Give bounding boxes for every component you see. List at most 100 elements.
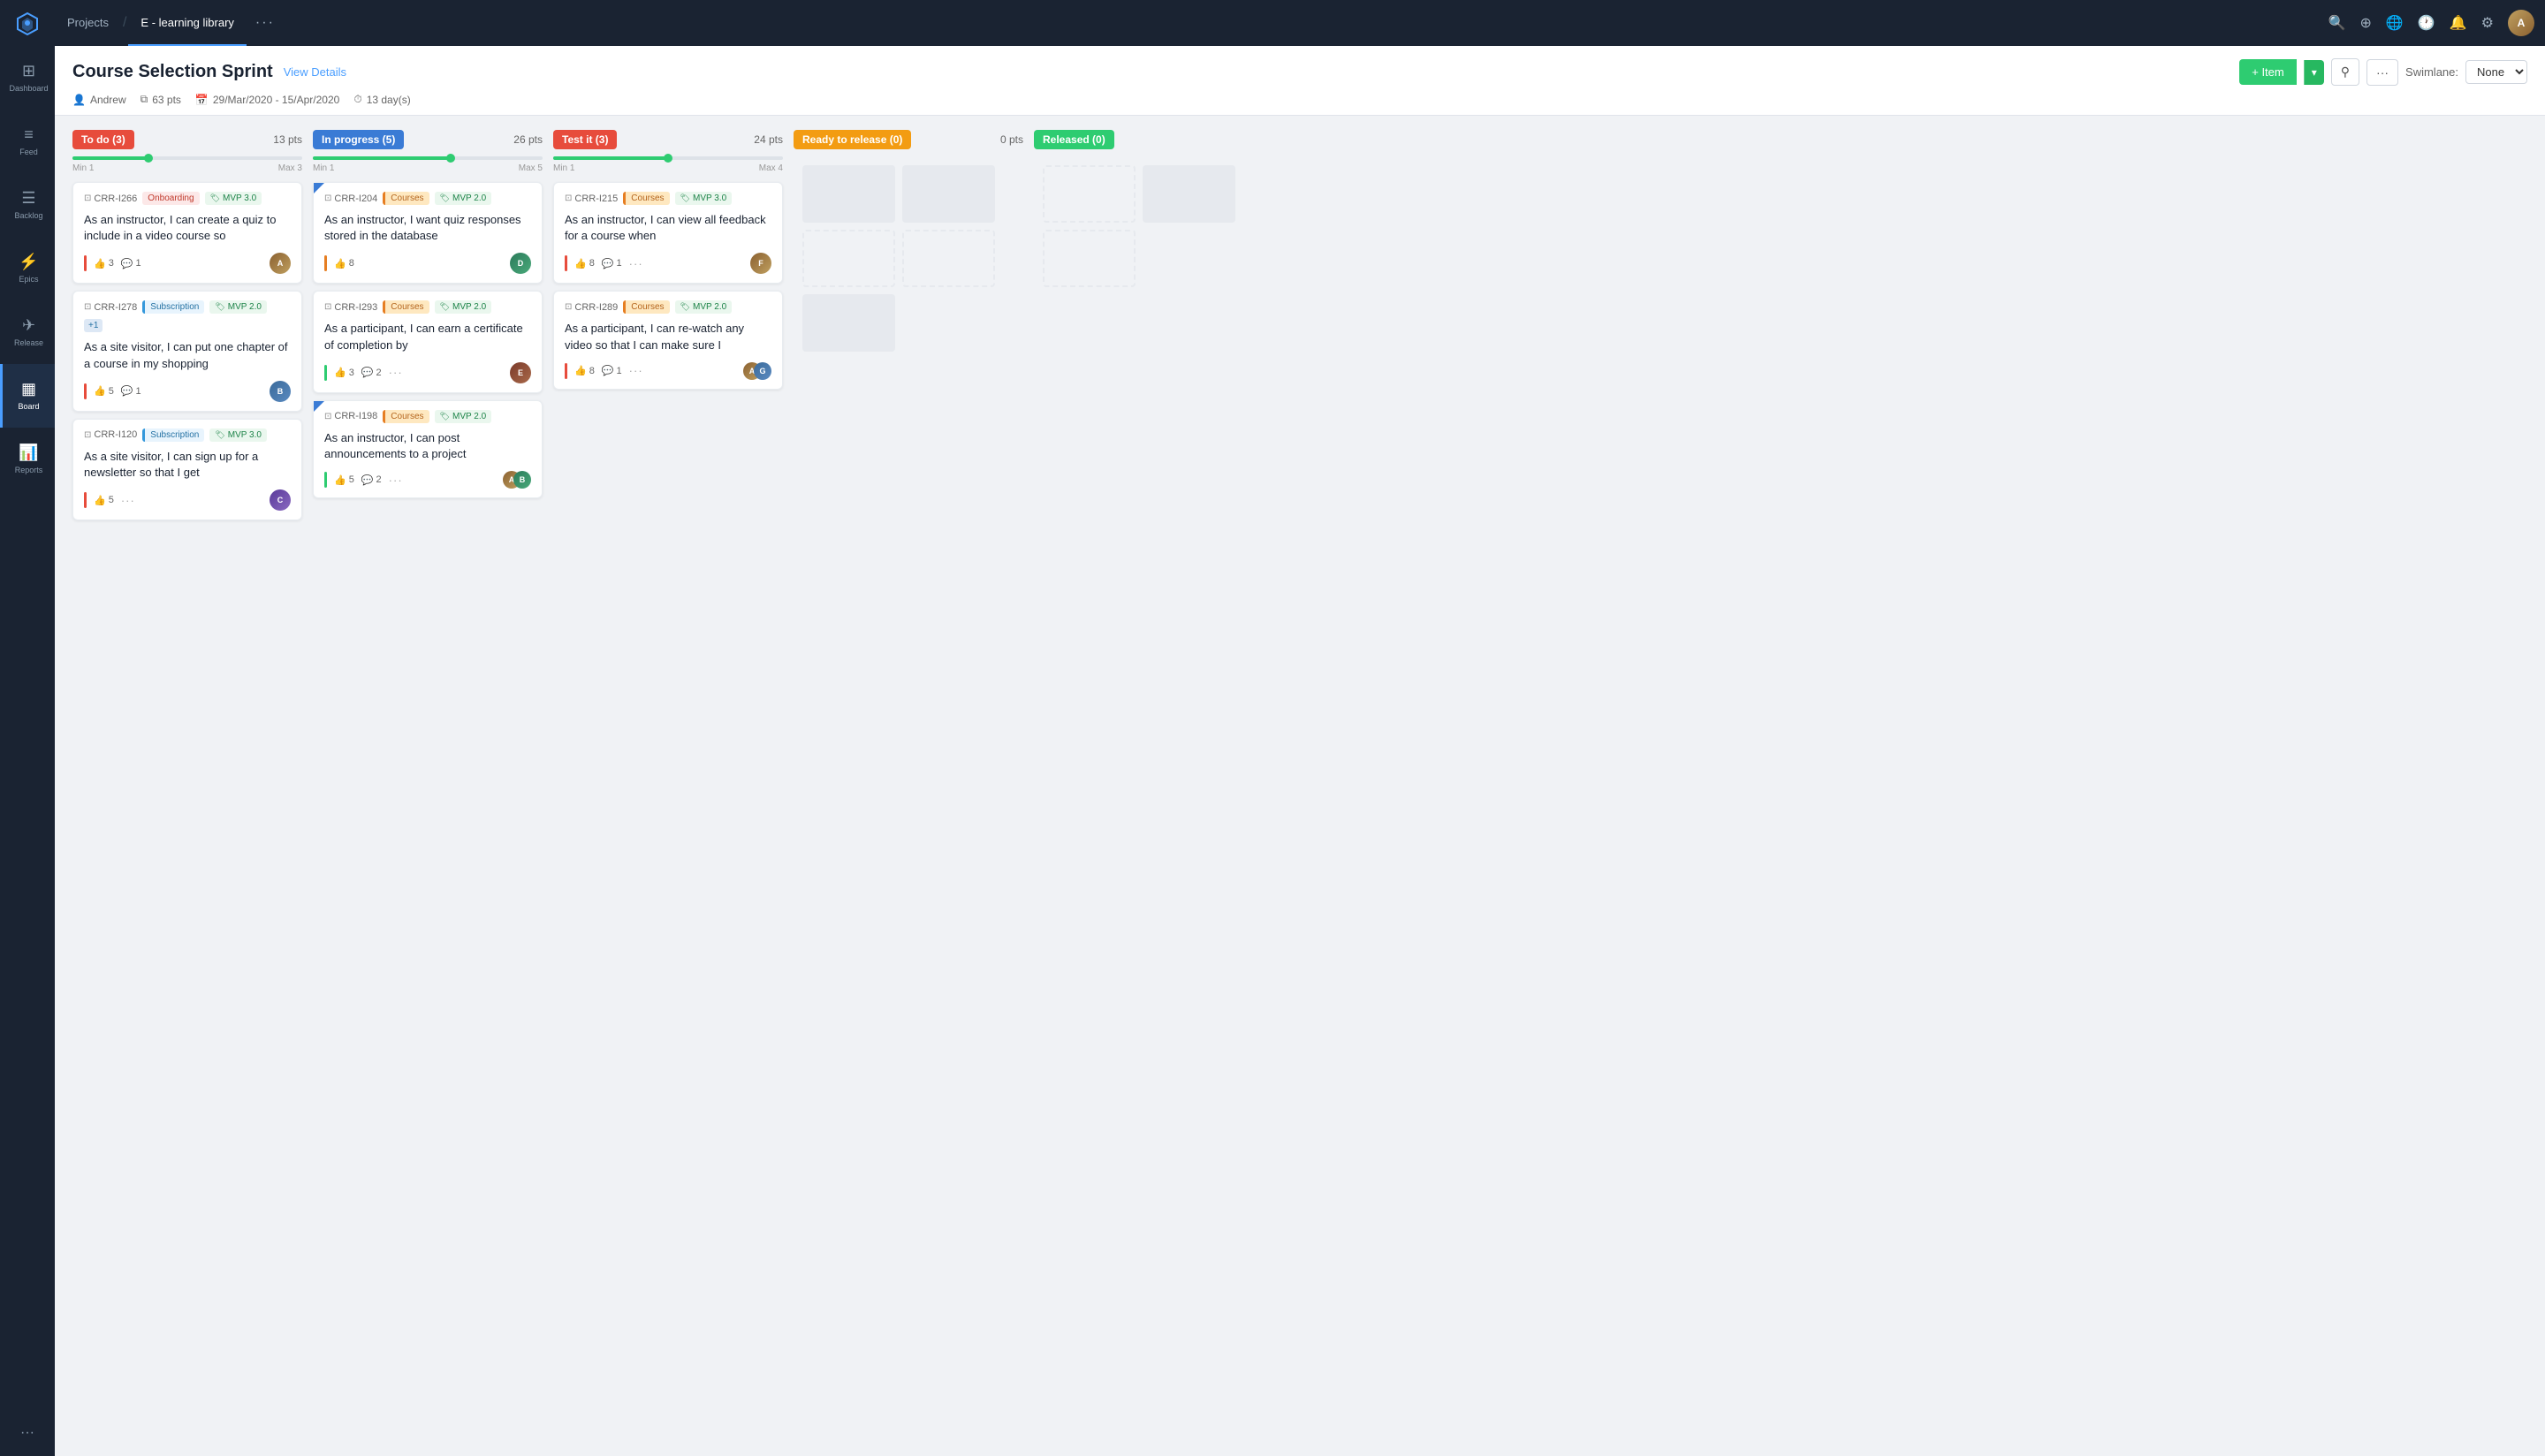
card-crr-i278[interactable]: ⊡ CRR-I278 Subscription 🏷MVP 2.0 +1 As a… <box>72 291 302 411</box>
card-more-dots[interactable]: ··· <box>629 257 643 270</box>
col-slider-todo[interactable]: Min 1 Max 3 <box>72 156 302 173</box>
user-avatar[interactable]: A <box>2508 10 2534 36</box>
topnav-elearning[interactable]: E - learning library <box>128 0 247 46</box>
app-logo[interactable] <box>0 0 55 46</box>
card-crr-i204[interactable]: ⊡ CRR-I204 Courses 🏷MVP 2.0 As an instru… <box>313 182 543 284</box>
epics-icon: ⚡ <box>19 253 38 271</box>
col-pts-readytorelease: 0 pts <box>1000 133 1023 146</box>
tag-mvp-crr-i204: 🏷MVP 2.0 <box>435 192 492 205</box>
comment-icon: 💬 <box>361 367 374 378</box>
priority-indicator <box>565 363 567 379</box>
sidebar-item-epics[interactable]: ⚡ Epics <box>0 237 55 300</box>
like-icon: 👍 <box>334 367 346 378</box>
card-id-crr-i289: ⊡ CRR-I289 <box>565 302 618 313</box>
dates-value: 29/Mar/2020 - 15/Apr/2020 <box>213 94 339 106</box>
col-pts-testit: 24 pts <box>754 133 783 146</box>
more-options-button[interactable]: ··· <box>2366 59 2398 86</box>
card-crr-i215[interactable]: ⊡ CRR-I215 Courses 🏷MVP 3.0 As an instru… <box>553 182 783 284</box>
card-more-dots[interactable]: ··· <box>121 494 135 507</box>
sidebar-item-release[interactable]: ✈ Release <box>0 300 55 364</box>
likes-stat: 👍8 <box>574 258 595 269</box>
mvp-icon: 🏷 <box>215 430 224 440</box>
card-avatar-crr-i266: A <box>270 253 291 274</box>
card-text-crr-i289: As a participant, I can re-watch any vid… <box>565 321 771 353</box>
card-top-crr-i278: ⊡ CRR-I278 Subscription 🏷MVP 2.0 +1 <box>84 300 291 332</box>
likes-stat: 👍5 <box>334 474 354 486</box>
tag-mvp-crr-i289: 🏷MVP 2.0 <box>675 300 733 314</box>
add-item-dropdown-button[interactable]: ▾ <box>2304 60 2324 85</box>
add-item-button[interactable]: + Item <box>2239 59 2297 85</box>
slider-min-testit: Min 1 <box>553 163 574 173</box>
topnav-projects[interactable]: Projects <box>55 0 121 46</box>
page-title: Course Selection Sprint <box>72 62 273 82</box>
slider-labels-inprogress: Min 1 Max 5 <box>313 163 543 173</box>
slider-labels-testit: Min 1 Max 4 <box>553 163 783 173</box>
card-crr-i120[interactable]: ⊡ CRR-I120 Subscription 🏷MVP 3.0 As a si… <box>72 419 302 520</box>
add-icon[interactable]: ⊕ <box>2359 14 2371 32</box>
like-icon: 👍 <box>94 495 106 506</box>
card-avatar-crr-i204: D <box>510 253 531 274</box>
mvp-icon: 🏷 <box>440 412 450 421</box>
like-icon: 👍 <box>94 258 106 269</box>
tag-subscription-crr-i120: Subscription <box>142 428 204 442</box>
view-details-link[interactable]: View Details <box>284 65 346 79</box>
sidebar-more-button[interactable]: ··· <box>0 1410 55 1456</box>
meta-dates: 📅 29/Mar/2020 - 15/Apr/2020 <box>195 94 339 106</box>
sidebar-label-epics: Epics <box>19 275 38 284</box>
bell-icon[interactable]: 🔔 <box>2450 14 2467 32</box>
card-crr-i198[interactable]: ⊡ CRR-I198 Courses 🏷MVP 2.0 As an instru… <box>313 400 543 498</box>
card-more-dots[interactable]: ··· <box>389 366 403 379</box>
sidebar-item-board[interactable]: ▦ Board <box>0 364 55 428</box>
tools-icon[interactable]: ⚙ <box>2481 14 2494 32</box>
swimlane-select[interactable]: None <box>2465 60 2527 84</box>
topnav-more-button[interactable]: ··· <box>247 15 284 31</box>
board-columns: To do (3) 13 pts Min 1 Max 3 <box>72 130 2527 1442</box>
card-footer-crr-i215: 👍8 💬1 ··· F <box>565 253 771 274</box>
comment-icon: 💬 <box>121 258 133 269</box>
card-id-crr-i204: ⊡ CRR-I204 <box>324 193 377 204</box>
tag-courses-crr-i293: Courses <box>383 300 429 314</box>
placeholder-card-dashed <box>802 230 895 287</box>
tag-subscription-crr-i278: Subscription <box>142 300 204 314</box>
col-slider-inprogress[interactable]: Min 1 Max 5 <box>313 156 543 173</box>
column-header-testit: Test it (3) 24 pts <box>553 130 783 149</box>
card-crr-i293[interactable]: ⊡ CRR-I293 Courses 🏷MVP 2.0 As a partici… <box>313 291 543 392</box>
author-icon: 👤 <box>72 94 86 106</box>
tag-mvp-crr-i198: 🏷MVP 2.0 <box>435 410 492 423</box>
globe-icon[interactable]: 🌐 <box>2386 14 2404 32</box>
priority-indicator <box>324 365 327 381</box>
card-crr-i266[interactable]: ⊡ CRR-I266 Onboarding 🏷MVP 3.0 As an ins… <box>72 182 302 284</box>
card-top-crr-i198: ⊡ CRR-I198 Courses 🏷MVP 2.0 <box>324 410 531 423</box>
dashboard-icon: ⊞ <box>22 62 35 80</box>
card-crr-i289[interactable]: ⊡ CRR-I289 Courses 🏷MVP 2.0 As a partici… <box>553 291 783 389</box>
card-top-crr-i289: ⊡ CRR-I289 Courses 🏷MVP 2.0 <box>565 300 771 314</box>
sidebar-item-reports[interactable]: 📊 Reports <box>0 428 55 491</box>
sidebar-item-dashboard[interactable]: ⊞ Dashboard <box>0 46 55 110</box>
card-more-dots[interactable]: ··· <box>389 474 403 487</box>
card-type-icon: ⊡ <box>84 430 91 440</box>
placeholder-card-dashed <box>1043 165 1136 223</box>
card-more-dots[interactable]: ··· <box>629 364 643 377</box>
col-slider-testit[interactable]: Min 1 Max 4 <box>553 156 783 173</box>
clock-icon[interactable]: 🕐 <box>2418 14 2435 32</box>
slider-thumb-inprogress <box>446 154 455 163</box>
column-testit: Test it (3) 24 pts Min 1 Max 4 <box>553 130 783 397</box>
card-text-crr-i198: As an instructor, I can post announcemen… <box>324 430 531 462</box>
card-footer-crr-i293: 👍3 💬2 ··· E <box>324 362 531 383</box>
placeholder-card <box>902 165 995 223</box>
board-icon: ▦ <box>21 380 36 398</box>
card-avatars-crr-i289: A G <box>743 362 771 380</box>
sidebar-item-feed[interactable]: ≡ Feed <box>0 110 55 173</box>
search-icon[interactable]: 🔍 <box>2328 14 2346 32</box>
mvp-icon: 🏷 <box>215 302 224 312</box>
sidebar-item-backlog[interactable]: ☰ Backlog <box>0 173 55 237</box>
sidebar-label-backlog: Backlog <box>14 211 42 221</box>
slider-thumb-todo <box>144 154 153 163</box>
filter-button[interactable]: ⚲ <box>2331 58 2359 86</box>
slider-labels-todo: Min 1 Max 3 <box>72 163 302 173</box>
slider-fill-testit <box>553 156 668 160</box>
card-id-crr-i120: ⊡ CRR-I120 <box>84 429 137 440</box>
slider-fill-todo <box>72 156 148 160</box>
card-avatar-crr-i120: C <box>270 489 291 511</box>
pts-value: 63 pts <box>152 94 181 106</box>
